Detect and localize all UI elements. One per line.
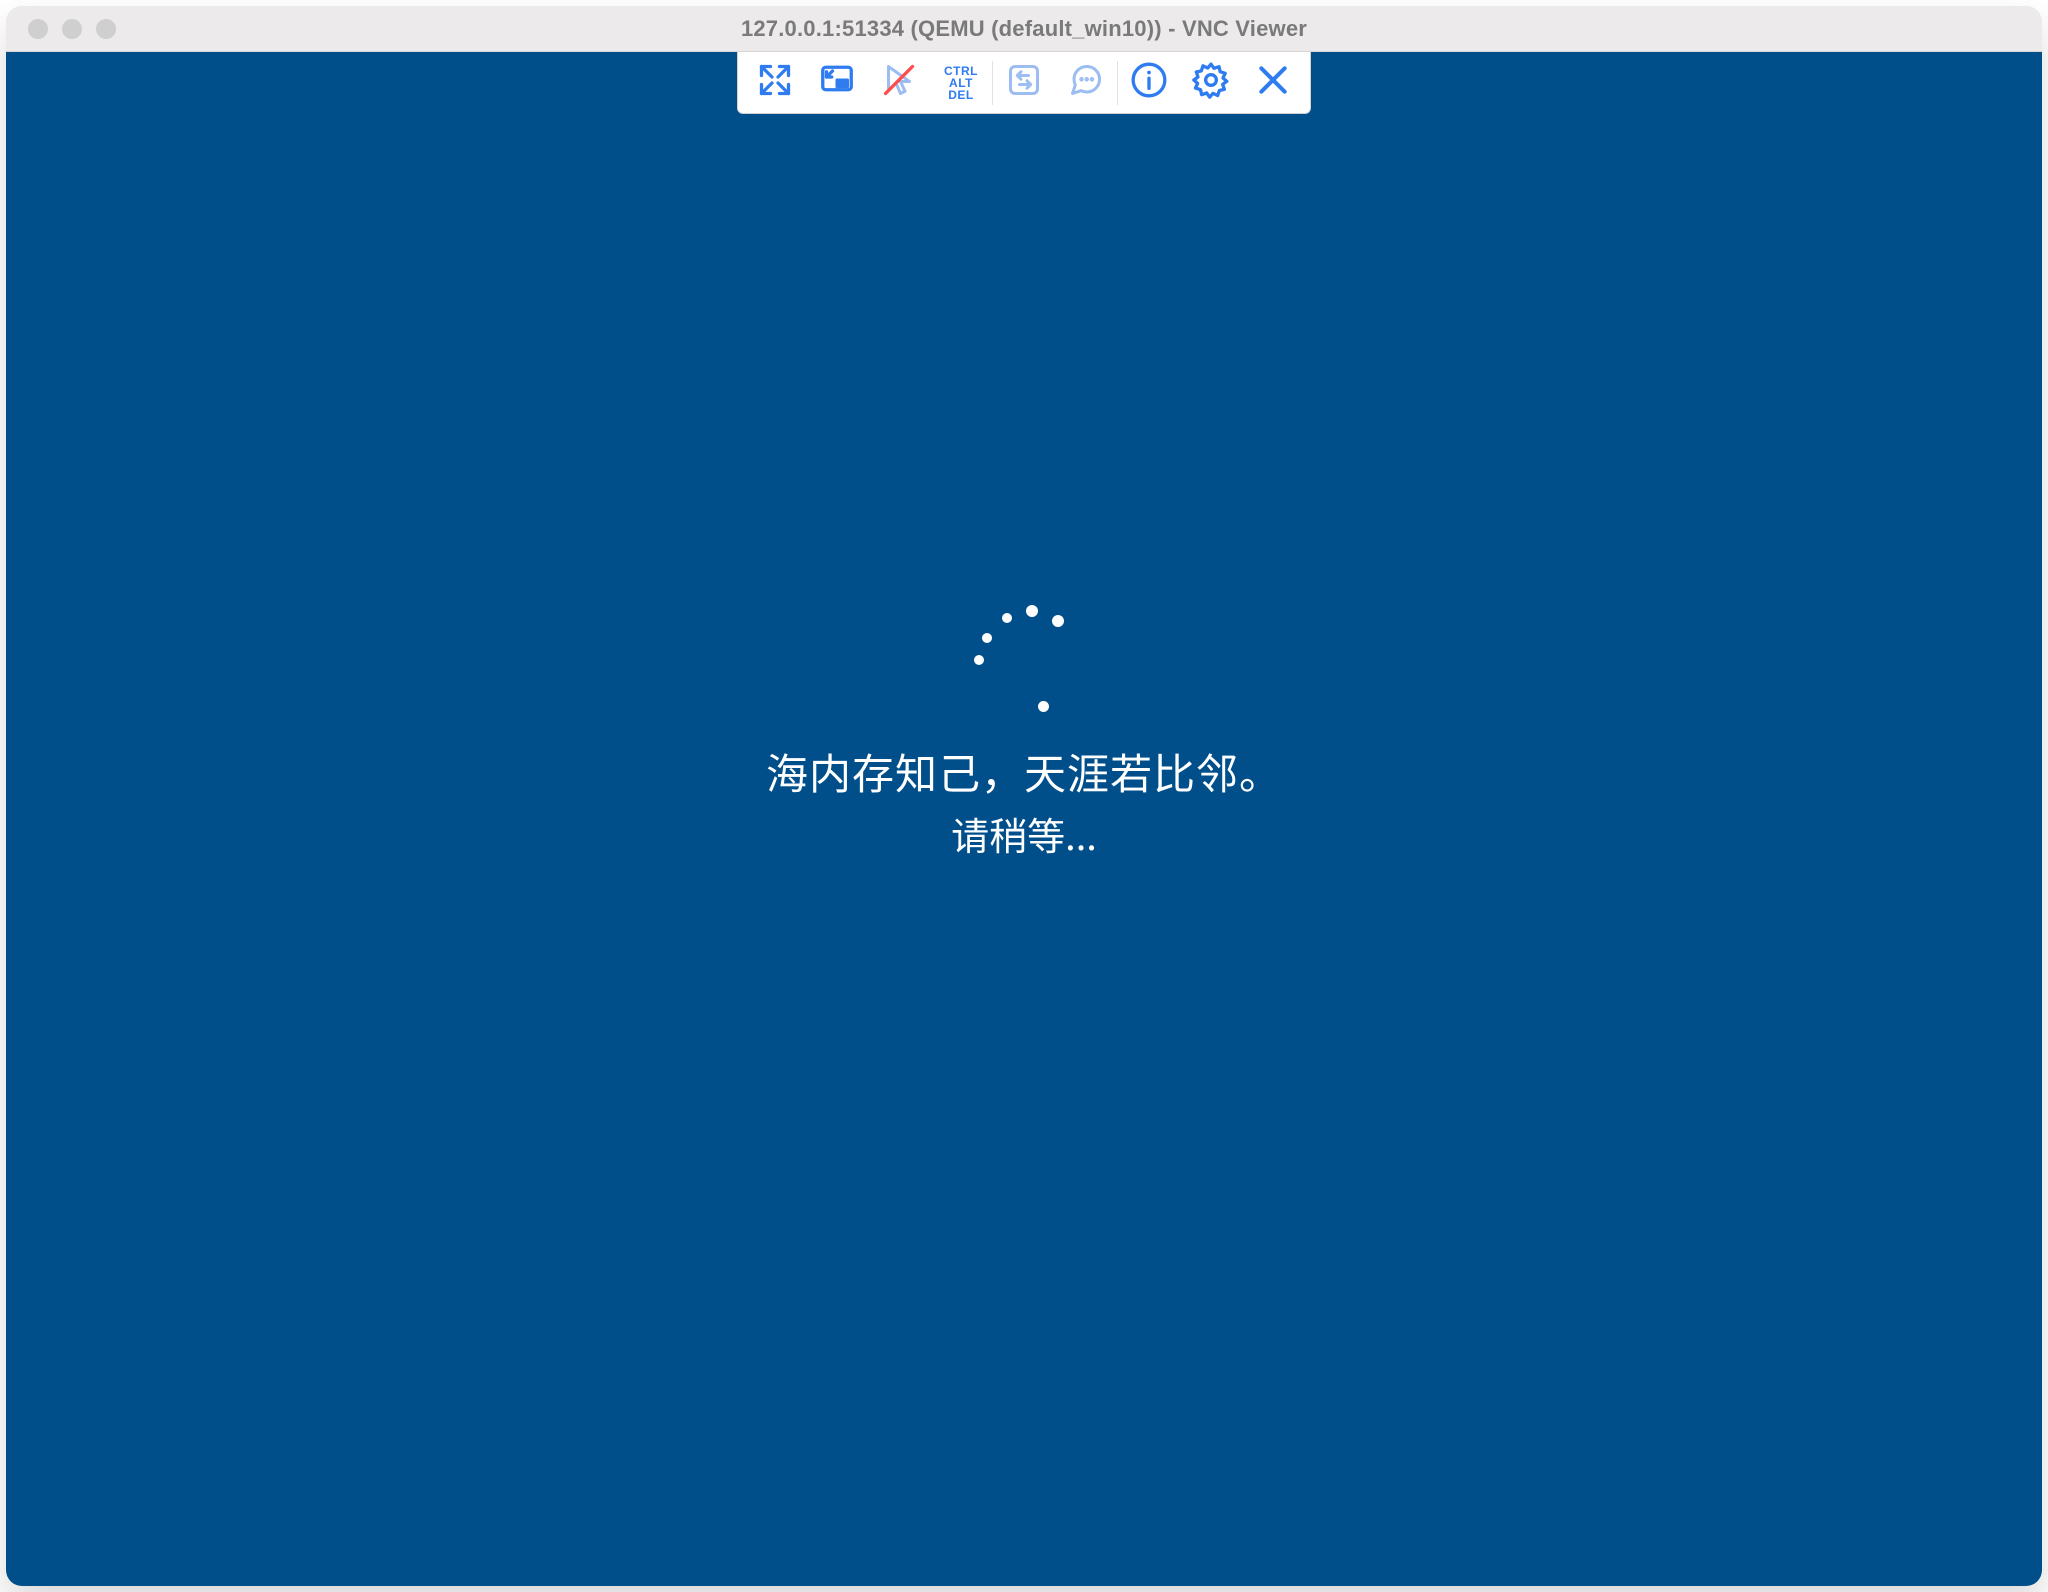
loading-please-wait: 请稍等...: [951, 806, 1097, 861]
fullscreen-icon: [757, 62, 793, 103]
pin-toolbar-button[interactable]: [806, 52, 868, 114]
transfer-icon: [1006, 62, 1042, 103]
ctrl-alt-del-icon: CTRL ALT DEL: [944, 65, 978, 101]
close-connection-button[interactable]: [1242, 52, 1304, 114]
file-transfer-button[interactable]: [993, 52, 1055, 114]
fullscreen-button[interactable]: [744, 52, 806, 114]
settings-button[interactable]: [1180, 52, 1242, 114]
close-icon: [1253, 60, 1293, 105]
chat-button[interactable]: [1055, 52, 1117, 114]
loading-stage: 海内存知己，天涯若比邻。 请稍等...: [6, 593, 2042, 861]
gear-icon: [1191, 60, 1231, 105]
chat-icon: [1068, 62, 1104, 103]
window-title: 127.0.0.1:51334 (QEMU (default_win10)) -…: [6, 16, 2042, 42]
pointer-mode-button[interactable]: [868, 52, 930, 114]
session-info-button[interactable]: [1118, 52, 1180, 114]
vnc-viewer-window: 127.0.0.1:51334 (QEMU (default_win10)) -…: [6, 6, 2042, 1586]
vnc-toolbar: CTRL ALT DEL: [737, 52, 1311, 114]
titlebar: 127.0.0.1:51334 (QEMU (default_win10)) -…: [6, 6, 2042, 52]
info-icon: [1129, 60, 1169, 105]
loading-message: 海内存知己，天涯若比邻。: [766, 741, 1282, 802]
remote-screen[interactable]: CTRL ALT DEL: [6, 52, 2042, 1586]
ctrl-alt-del-button[interactable]: CTRL ALT DEL: [930, 52, 992, 114]
picture-in-picture-icon: [819, 62, 855, 103]
mouse-pointer-slash-icon: [881, 62, 917, 103]
loading-spinner-icon: [964, 593, 1084, 713]
